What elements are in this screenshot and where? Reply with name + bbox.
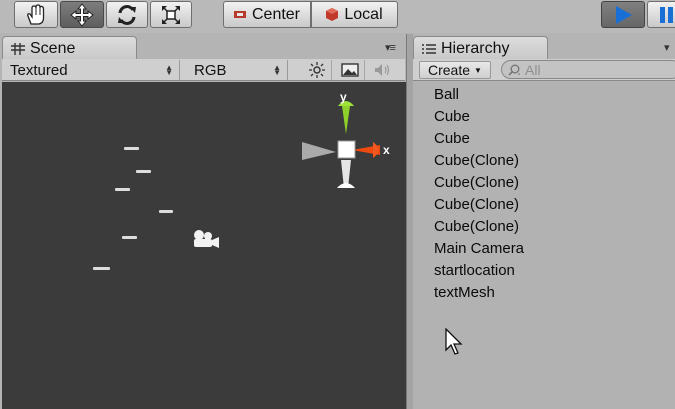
sun-icon [308,62,325,78]
pivot-local-button[interactable]: Local [311,1,398,28]
rotate-icon [118,4,136,25]
image-icon [340,63,359,77]
orientation-gizmo[interactable]: y x [298,92,398,192]
scene-grid-icon [11,42,25,55]
hierarchy-item[interactable]: Main Camera [434,240,524,257]
pivot-icon [233,11,246,18]
search-placeholder: All [525,61,541,78]
scene-lighting-toggle[interactable] [302,60,332,80]
render-mode-value: RGB [194,61,227,79]
pause-button[interactable] [647,1,675,28]
scene-object[interactable] [93,267,110,270]
cube-icon [326,8,339,21]
scene-object[interactable] [136,170,151,173]
hierarchy-list: Ball Cube Cube Cube(Clone) Cube(Clone) C… [413,82,675,409]
list-icon [422,43,436,54]
hierarchy-tab-label: Hierarchy [441,39,510,57]
gizmo-y-label: y [340,92,347,104]
scene-object[interactable] [124,147,139,150]
hand-tool-button[interactable] [14,1,58,28]
play-icon [616,5,632,24]
hierarchy-toolbar: Create ▼ All [413,59,675,81]
scene-viewport[interactable]: y x [2,82,406,409]
x-neg-axis-cone[interactable] [302,142,336,160]
pivot-center-button[interactable]: Center [223,1,311,28]
scale-tool-button[interactable] [150,1,192,28]
gizmo-center-cube[interactable] [337,140,356,159]
scene-object[interactable] [159,210,173,213]
scene-object[interactable] [122,236,137,239]
hierarchy-item[interactable]: Ball [434,86,459,103]
speaker-icon [375,64,390,76]
move-arrows-icon [70,2,94,27]
panel-splitter[interactable] [406,34,413,409]
rotate-tool-button[interactable] [106,1,148,28]
hierarchy-search-input[interactable]: All [501,60,675,79]
hierarchy-item[interactable]: textMesh [434,284,495,301]
hierarchy-item[interactable]: startlocation [434,262,515,279]
scene-object[interactable] [115,188,130,191]
create-dropdown-button[interactable]: Create ▼ [419,61,491,79]
main-toolbar: Center Local [0,0,675,33]
pivot-label: Center [251,5,301,23]
scene-audio-toggle[interactable] [368,60,398,80]
hierarchy-item[interactable]: Cube(Clone) [434,174,519,191]
hierarchy-item[interactable]: Cube(Clone) [434,152,519,169]
scene-tab-label: Scene [30,39,76,57]
render-mode-dropdown[interactable]: RGB ▲ ▼ [188,60,288,80]
y-axis-cone[interactable] [342,106,350,134]
gizmo-x-label: x [383,143,390,157]
mouse-cursor-icon [445,328,463,355]
pause-icon [660,6,673,23]
move-tool-button[interactable] [60,1,104,28]
play-button[interactable] [601,1,645,28]
draw-mode-dropdown[interactable]: Textured ▲ ▼ [4,60,180,80]
hierarchy-item[interactable]: Cube(Clone) [434,196,519,213]
scene-toolbar: Textured ▲ ▼ RGB ▲ ▼ [2,59,405,81]
camera-gizmo-icon[interactable] [189,228,221,250]
hand-icon [27,3,45,25]
tab-hierarchy[interactable]: Hierarchy [413,36,548,60]
hierarchy-item[interactable]: Cube [434,130,470,147]
hierarchy-panel-menu-icon[interactable]: ▾ [664,41,669,54]
create-label: Create [428,62,471,78]
chevron-down-icon: ▼ [474,65,482,75]
scale-icon [162,5,180,24]
hierarchy-item[interactable]: Cube(Clone) [434,218,519,235]
tab-scene[interactable]: Scene [2,36,137,60]
dropdown-arrows-icon: ▲ ▼ [165,63,173,77]
scene-fx-toggle[interactable] [335,60,365,80]
scene-panel-menu-icon[interactable]: ▾≡ [385,41,396,54]
search-icon [508,64,520,76]
space-label: Local [344,5,383,23]
dropdown-arrows-icon: ▲ ▼ [273,63,281,77]
draw-mode-value: Textured [10,61,68,79]
hierarchy-item[interactable]: Cube [434,108,470,125]
